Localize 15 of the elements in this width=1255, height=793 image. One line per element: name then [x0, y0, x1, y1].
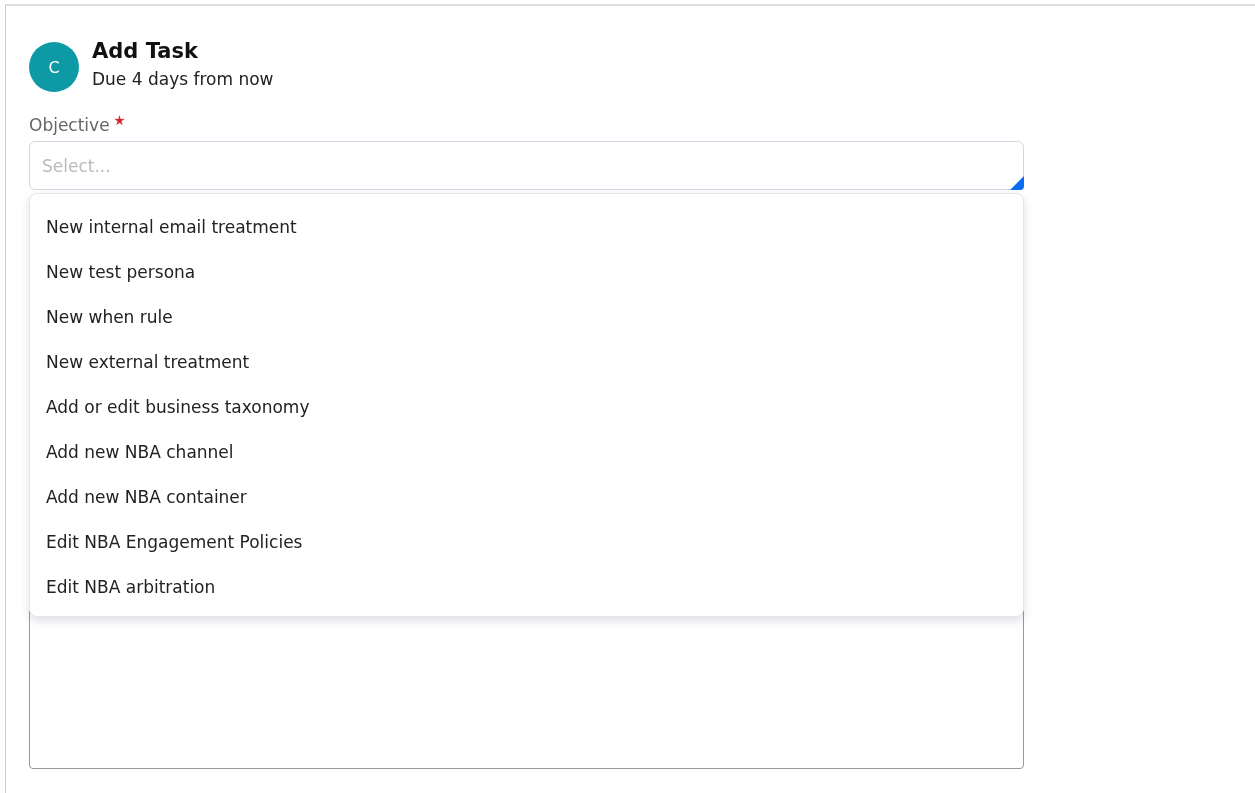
- dialog-title: Add Task: [92, 38, 199, 64]
- dropdown-option[interactable]: Edit NBA arbitration: [30, 565, 1023, 610]
- field-label: Objective: [29, 115, 110, 135]
- dropdown-option[interactable]: New internal email treatment: [30, 205, 1023, 250]
- objective-select[interactable]: Select...: [29, 141, 1024, 190]
- avatar: C: [29, 42, 79, 92]
- dropdown-option[interactable]: New external treatment: [30, 340, 1023, 385]
- dropdown-option[interactable]: Add new NBA container: [30, 475, 1023, 520]
- dropdown-option[interactable]: Add new NBA channel: [30, 430, 1023, 475]
- due-date-text: Due 4 days from now: [92, 69, 274, 89]
- dropdown-option[interactable]: New test persona: [30, 250, 1023, 295]
- focus-corner-icon: [1010, 176, 1024, 190]
- dropdown-option[interactable]: Add or edit business taxonomy: [30, 385, 1023, 430]
- dropdown-option[interactable]: Edit NBA Engagement Policies: [30, 520, 1023, 565]
- dropdown-option[interactable]: New when rule: [30, 295, 1023, 340]
